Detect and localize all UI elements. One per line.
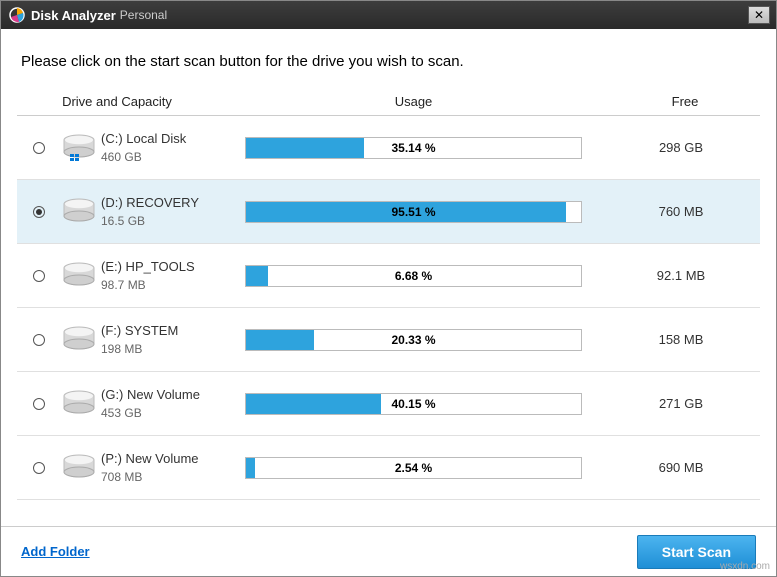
drive-capacity: 198 MB xyxy=(101,342,221,356)
drive-radio[interactable] xyxy=(33,142,45,154)
close-button[interactable]: ✕ xyxy=(748,6,770,24)
usage-bar: 20.33 % xyxy=(245,329,582,351)
drive-free: 271 GB xyxy=(606,396,756,411)
drive-radio[interactable] xyxy=(33,334,45,346)
header-drive: Drive and Capacity xyxy=(17,94,217,109)
drive-icon xyxy=(61,450,97,486)
footer: Add Folder Start Scan xyxy=(1,526,776,576)
drive-name: (P:) New Volume xyxy=(101,451,221,466)
usage-bar: 6.68 % xyxy=(245,265,582,287)
usage-bar: 95.51 % xyxy=(245,201,582,223)
usage-label: 2.54 % xyxy=(246,458,581,478)
drive-free: 158 MB xyxy=(606,332,756,347)
usage-label: 35.14 % xyxy=(246,138,581,158)
drive-capacity: 16.5 GB xyxy=(101,214,221,228)
header-free: Free xyxy=(610,94,760,109)
drive-free: 92.1 MB xyxy=(606,268,756,283)
drive-free: 760 MB xyxy=(606,204,756,219)
drive-icon xyxy=(61,322,97,358)
drive-radio[interactable] xyxy=(33,398,45,410)
drive-radio[interactable] xyxy=(33,462,45,474)
usage-bar: 2.54 % xyxy=(245,457,582,479)
app-subtitle: Personal xyxy=(120,8,167,22)
add-folder-link[interactable]: Add Folder xyxy=(21,544,90,559)
usage-label: 95.51 % xyxy=(246,202,581,222)
usage-label: 40.15 % xyxy=(246,394,581,414)
instruction-text: Please click on the start scan button fo… xyxy=(21,53,760,70)
usage-label: 20.33 % xyxy=(246,330,581,350)
app-logo-icon xyxy=(9,7,25,23)
drive-row[interactable]: (C:) Local Disk 460 GB 35.14 % 298 GB xyxy=(17,116,760,180)
drive-radio[interactable] xyxy=(33,270,45,282)
drive-name: (F:) SYSTEM xyxy=(101,323,221,338)
drive-name: (E:) HP_TOOLS xyxy=(101,259,221,274)
app-title: Disk Analyzer xyxy=(31,8,116,23)
drive-radio[interactable] xyxy=(33,206,45,218)
usage-bar: 35.14 % xyxy=(245,137,582,159)
drive-row[interactable]: (D:) RECOVERY 16.5 GB 95.51 % 760 MB xyxy=(17,180,760,244)
drive-icon xyxy=(61,194,97,230)
drive-name: (C:) Local Disk xyxy=(101,131,221,146)
drive-row[interactable]: (E:) HP_TOOLS 98.7 MB 6.68 % 92.1 MB xyxy=(17,244,760,308)
drive-row[interactable]: (G:) New Volume 453 GB 40.15 % 271 GB xyxy=(17,372,760,436)
usage-bar: 40.15 % xyxy=(245,393,582,415)
usage-label: 6.68 % xyxy=(246,266,581,286)
column-headers: Drive and Capacity Usage Free xyxy=(17,88,760,116)
titlebar: Disk Analyzer Personal ✕ xyxy=(1,1,776,29)
drive-row[interactable]: (P:) New Volume 708 MB 2.54 % 690 MB xyxy=(17,436,760,500)
drive-name: (D:) RECOVERY xyxy=(101,195,221,210)
drive-capacity: 460 GB xyxy=(101,150,221,164)
drive-icon xyxy=(61,386,97,422)
header-usage: Usage xyxy=(217,94,610,109)
close-icon: ✕ xyxy=(754,8,764,22)
drive-list: (C:) Local Disk 460 GB 35.14 % 298 GB (D… xyxy=(17,116,760,500)
drive-capacity: 708 MB xyxy=(101,470,221,484)
drive-icon xyxy=(61,130,97,166)
drive-free: 690 MB xyxy=(606,460,756,475)
drive-capacity: 98.7 MB xyxy=(101,278,221,292)
drive-capacity: 453 GB xyxy=(101,406,221,420)
watermark: wsxdn.com xyxy=(720,561,770,572)
drive-free: 298 GB xyxy=(606,140,756,155)
drive-row[interactable]: (F:) SYSTEM 198 MB 20.33 % 158 MB xyxy=(17,308,760,372)
drive-name: (G:) New Volume xyxy=(101,387,221,402)
drive-icon xyxy=(61,258,97,294)
